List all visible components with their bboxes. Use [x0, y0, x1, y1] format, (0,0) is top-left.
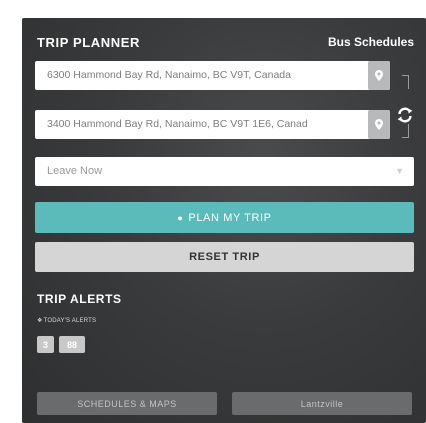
map-pin-icon: ●	[177, 212, 184, 223]
reset-trip-button[interactable]: RESET TRIP	[35, 242, 414, 272]
route-alert-badge[interactable]: 3	[37, 336, 54, 353]
trip-planner-title: TRIP PLANNER	[37, 35, 141, 50]
bus-schedules-link[interactable]: Bus Schedules	[328, 35, 414, 49]
to-location-button[interactable]	[368, 110, 390, 139]
swap-icon[interactable]	[395, 105, 415, 125]
alert-icon: ❖	[37, 318, 43, 324]
plan-my-trip-label: PLAN MY TRIP	[188, 211, 272, 224]
departure-time-select[interactable]: Leave Now ▼	[35, 157, 414, 186]
plan-my-trip-button[interactable]: ● PLAN MY TRIP	[35, 202, 414, 233]
to-address-value: 3400 Hammond Bay Rd, Nanaimo, BC V9T 1E6…	[47, 118, 308, 130]
trip-alerts-title: TRIP ALERTS	[37, 292, 122, 306]
map-pin-icon	[375, 119, 383, 130]
from-location-button[interactable]	[368, 61, 390, 90]
from-address-input[interactable]: 6300 Hammond Bay Rd, Nanaimo, BC V9T, Ca…	[35, 61, 390, 90]
to-address-input[interactable]: 3400 Hammond Bay Rd, Nanaimo, BC V9T 1E6…	[35, 110, 390, 139]
chevron-down-icon: ▼	[395, 166, 404, 176]
from-address-value: 6300 Hammond Bay Rd, Nanaimo, BC V9T, Ca…	[47, 69, 291, 81]
map-pin-icon	[375, 70, 383, 81]
swap-bracket-top	[402, 75, 409, 89]
schedules-maps-button[interactable]: SCHEDULES & MAPS	[37, 392, 217, 415]
footer-right-button[interactable]: Lantzville	[232, 392, 412, 415]
trip-planner-panel: TRIP PLANNER Bus Schedules 6300 Hammond …	[22, 18, 426, 423]
todays-alerts-label: ❖TODAY'S ALERTS	[37, 317, 96, 324]
departure-time-value: Leave Now	[47, 165, 103, 177]
todays-alerts-text: TODAY'S ALERTS	[43, 318, 97, 324]
route-alert-badge[interactable]: 88	[59, 336, 85, 353]
swap-bracket-bottom	[402, 124, 409, 138]
